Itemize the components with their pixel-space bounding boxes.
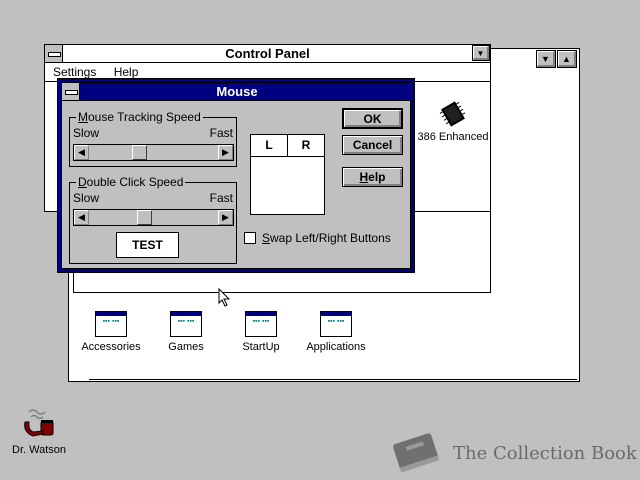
cancel-button[interactable]: Cancel [342,135,403,155]
double-click-slider[interactable]: ◀ ▶ [73,209,234,226]
program-group-icon [95,311,127,337]
control-panel-title: Control Panel [225,46,310,61]
scroll-down-button[interactable]: ▼ [536,50,556,68]
group-label: Applications [306,341,366,353]
left-button-indicator: L [251,135,288,157]
control-panel-titlebar[interactable]: Control Panel ▼ [45,45,490,63]
watermark: The Collection Book [388,430,640,476]
menu-settings[interactable]: Settings [53,65,96,79]
swap-buttons-checkbox[interactable]: Swap Left/Right Buttons [244,231,414,247]
group-applications[interactable]: Applications [296,311,376,353]
group-games[interactable]: Games [146,311,226,353]
program-group-icon [170,311,202,337]
enhanced-386-item[interactable]: 386 Enhanced [415,99,491,143]
pipe-icon [24,409,54,437]
double-click-thumb[interactable] [137,210,152,225]
enhanced-386-label: 386 Enhanced [417,131,489,143]
control-panel-menubar: Settings Help [53,65,152,79]
tracking-slow-label: Slow [73,126,100,140]
checkbox-box[interactable] [244,232,256,244]
test-box[interactable]: TEST [116,232,179,258]
tracking-speed-label: Mouse Tracking Speed [76,110,203,124]
tracking-speed-slider[interactable]: ◀ ▶ [73,144,234,161]
ok-button[interactable]: OK [342,108,403,129]
book-icon [393,433,440,473]
mouse-dialog-titlebar[interactable]: Mouse [62,83,412,101]
group-startup[interactable]: StartUp [221,311,301,353]
help-button[interactable]: Help [342,167,403,187]
scroll-right-icon[interactable]: ▶ [218,210,233,225]
mouse-dialog: Mouse Mouse Tracking Speed Slow Fast ◀ ▶… [57,78,415,273]
right-button-indicator: R [288,135,324,157]
scroll-right-icon[interactable]: ▶ [218,145,233,160]
watermark-text: The Collection Book [453,443,637,464]
group-label: Games [168,341,204,353]
tracking-fast-label: Fast [209,126,233,140]
dblclick-fast-label: Fast [209,191,233,205]
group-label: Accessories [81,341,141,353]
tracking-speed-group: Mouse Tracking Speed Slow Fast ◀ ▶ [69,110,237,167]
scroll-left-icon[interactable]: ◀ [74,210,89,225]
dblclick-slow-label: Slow [73,191,100,205]
chip-icon [439,101,466,127]
group-label: StartUp [242,341,280,353]
program-group-icon [245,311,277,337]
system-menu-icon[interactable] [62,83,80,100]
minimize-button[interactable]: ▼ [472,45,490,61]
menu-help[interactable]: Help [114,65,139,79]
scroll-up-button[interactable]: ▲ [557,50,577,68]
dr-watson-icon-item[interactable]: Dr. Watson [6,408,72,456]
group-accessories[interactable]: Accessories [71,311,151,353]
scroll-left-icon[interactable]: ◀ [74,145,89,160]
mouse-cursor-icon [218,288,231,307]
system-menu-icon[interactable] [45,45,63,62]
swap-buttons-label: Swap Left/Right Buttons [262,231,391,245]
program-group-icon [320,311,352,337]
mouse-buttons-diagram: L R [250,134,325,215]
tracking-speed-thumb[interactable] [132,145,147,160]
mouse-dialog-title: Mouse [216,84,258,99]
double-click-label: Double Click Speed [76,175,186,189]
workspace-bottom-line [89,379,577,380]
double-click-group: Double Click Speed Slow Fast ◀ ▶ TEST [69,175,237,264]
dr-watson-label: Dr. Watson [12,444,66,456]
